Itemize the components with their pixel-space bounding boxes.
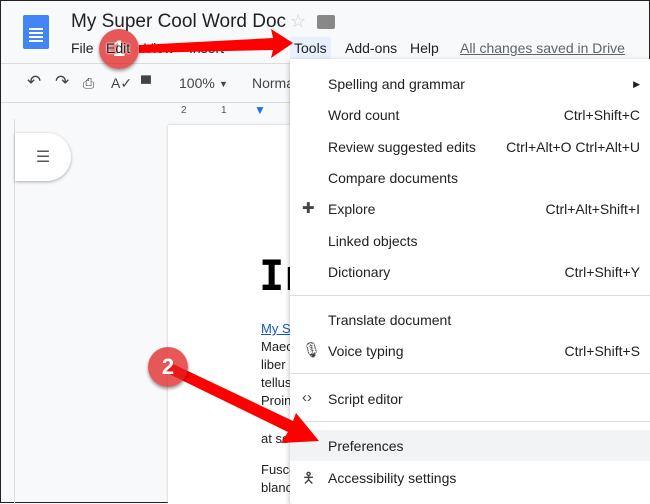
doc-line: tellus (261, 375, 292, 390)
menu-item-accessibility[interactable]: 🯅 Accessibility settings (290, 462, 650, 493)
save-status[interactable]: All changes saved in Drive (460, 40, 625, 56)
paint-format-icon[interactable]: ▀ (141, 75, 151, 91)
doc-line: liber (261, 357, 286, 372)
explore-icon: ✚ (302, 200, 315, 217)
print-icon[interactable]: ⎙ (83, 75, 94, 92)
menu-file[interactable]: File (71, 40, 94, 56)
step-2-badge: 2 (148, 347, 188, 387)
document-title[interactable]: My Super Cool Word Doc (71, 11, 286, 33)
ruler-mark: 1 (221, 105, 227, 116)
submenu-arrow-icon: ▶ (633, 79, 640, 89)
doc-line: Maec (261, 339, 293, 354)
doc-line: at se (261, 431, 290, 446)
menu-tools[interactable]: Tools (290, 37, 331, 59)
outline-button[interactable]: ☰ (15, 133, 71, 181)
document-link[interactable]: My S (261, 321, 291, 336)
menu-addons[interactable]: Add-ons (345, 40, 397, 56)
outline-icon: ☰ (35, 149, 51, 166)
tools-menu: Spelling and grammar ▶ Word count Ctrl+Shi… (290, 59, 650, 504)
doc-line: Proin (261, 393, 292, 408)
ruler-mark: 2 (181, 105, 187, 116)
chevron-down-icon[interactable]: ▼ (219, 79, 228, 89)
menu-item-voice-typing[interactable]: 🎙 Voice typing Ctrl+Shift+S (290, 335, 650, 366)
menu-insert[interactable]: Insert (189, 40, 224, 56)
divider (290, 421, 650, 422)
docs-logo[interactable] (23, 15, 49, 49)
code-icon: ‹› (302, 389, 312, 406)
spellcheck-icon[interactable]: A✓ (111, 75, 132, 92)
menu-item-linked-objects[interactable]: Linked objects (290, 225, 650, 256)
microphone-icon: 🎙 (302, 342, 322, 359)
star-icon[interactable]: ☆ (290, 11, 306, 32)
doc-line: blanc (261, 480, 293, 495)
menu-item-dictionary[interactable]: Dictionary Ctrl+Shift+Y (290, 256, 650, 287)
menu-item-script-editor[interactable]: ‹› Script editor (290, 383, 650, 414)
document-page[interactable] (168, 125, 298, 504)
indent-marker-icon[interactable]: ▼ (254, 103, 266, 117)
accessibility-icon: 🯅 (302, 470, 316, 487)
divider (290, 295, 650, 296)
menu-help[interactable]: Help (410, 40, 439, 56)
undo-icon[interactable]: ↶ (27, 72, 41, 92)
menu-item-compare[interactable]: Compare documents (290, 162, 650, 193)
redo-icon[interactable]: ↷ (55, 72, 69, 92)
folder-icon[interactable] (317, 15, 335, 29)
divider (290, 373, 650, 374)
menu-item-translate[interactable]: Translate document (290, 304, 650, 335)
menu-item-review-edits[interactable]: Review suggested edits Ctrl+Alt+O Ctrl+Al… (290, 131, 650, 162)
menu-view[interactable]: View (144, 40, 174, 56)
menu-item-explore[interactable]: ✚ Explore Ctrl+Alt+Shift+I (290, 193, 650, 224)
menu-item-word-count[interactable]: Word count Ctrl+Shift+C (290, 99, 650, 130)
menu-item-spelling[interactable]: Spelling and grammar ▶ (290, 68, 650, 99)
vertical-ruler[interactable] (1, 119, 15, 504)
menu-edit[interactable]: Edit (106, 40, 130, 56)
menu-item-preferences[interactable]: Preferences (290, 430, 650, 461)
zoom-select[interactable]: 100% (179, 75, 215, 91)
